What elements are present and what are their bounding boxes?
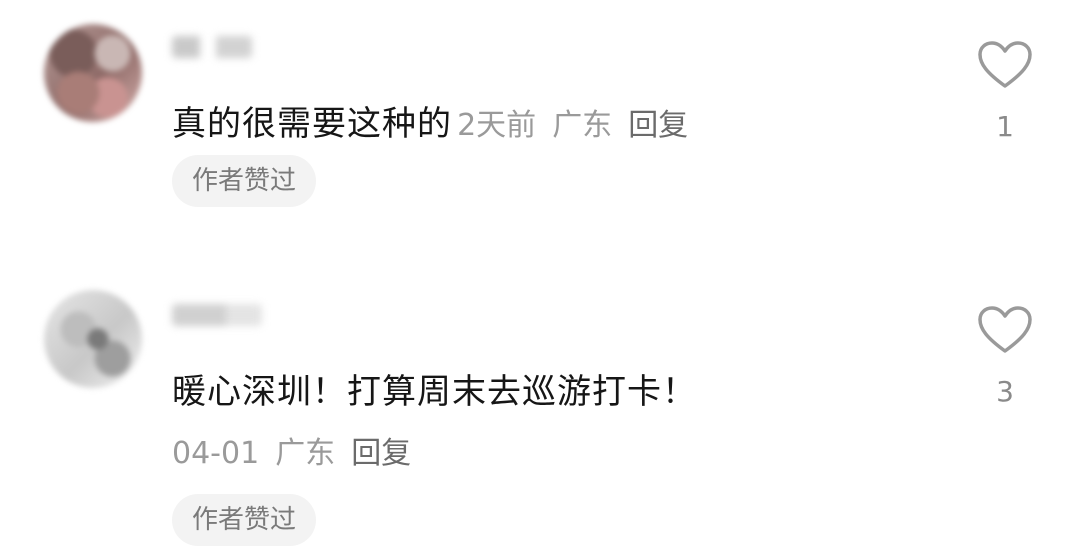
username-blurred[interactable] [172, 304, 262, 326]
heart-outline-icon[interactable] [977, 305, 1033, 355]
reply-button[interactable]: 回复 [628, 108, 688, 143]
avatar[interactable] [44, 24, 142, 122]
comment-location: 广东 [275, 436, 336, 471]
comment-text[interactable]: 真的很需要这种的 [172, 104, 452, 144]
comment-text[interactable]: 暖心深圳！打算周末去巡游打卡！ [172, 372, 697, 412]
avatar[interactable] [44, 290, 142, 388]
comment-meta: 04-01 广东 回复 [172, 428, 411, 472]
comment-location: 广东 [552, 108, 613, 143]
comment-list: 真的很需要这种的 2天前 广东 回复 作者赞过 1 暖心深圳！打算周末去巡游打卡！ … [0, 0, 1080, 548]
comment-row: 暖心深圳！打算周末去巡游打卡！ [172, 364, 697, 413]
like-button[interactable]: 3 [975, 305, 1035, 407]
comment-row: 真的很需要这种的 2天前 广东 回复 [172, 96, 688, 145]
like-button[interactable]: 1 [975, 40, 1035, 142]
like-count: 1 [996, 110, 1014, 143]
author-liked-badge: 作者赞过 [172, 155, 317, 207]
comment-time: 04-01 [172, 436, 260, 471]
comment-time: 2天前 [457, 108, 537, 143]
author-liked-badge: 作者赞过 [172, 494, 317, 546]
heart-outline-icon[interactable] [977, 40, 1033, 90]
username-blurred[interactable] [172, 36, 252, 58]
reply-button[interactable]: 回复 [351, 436, 411, 471]
like-count: 3 [996, 375, 1014, 408]
